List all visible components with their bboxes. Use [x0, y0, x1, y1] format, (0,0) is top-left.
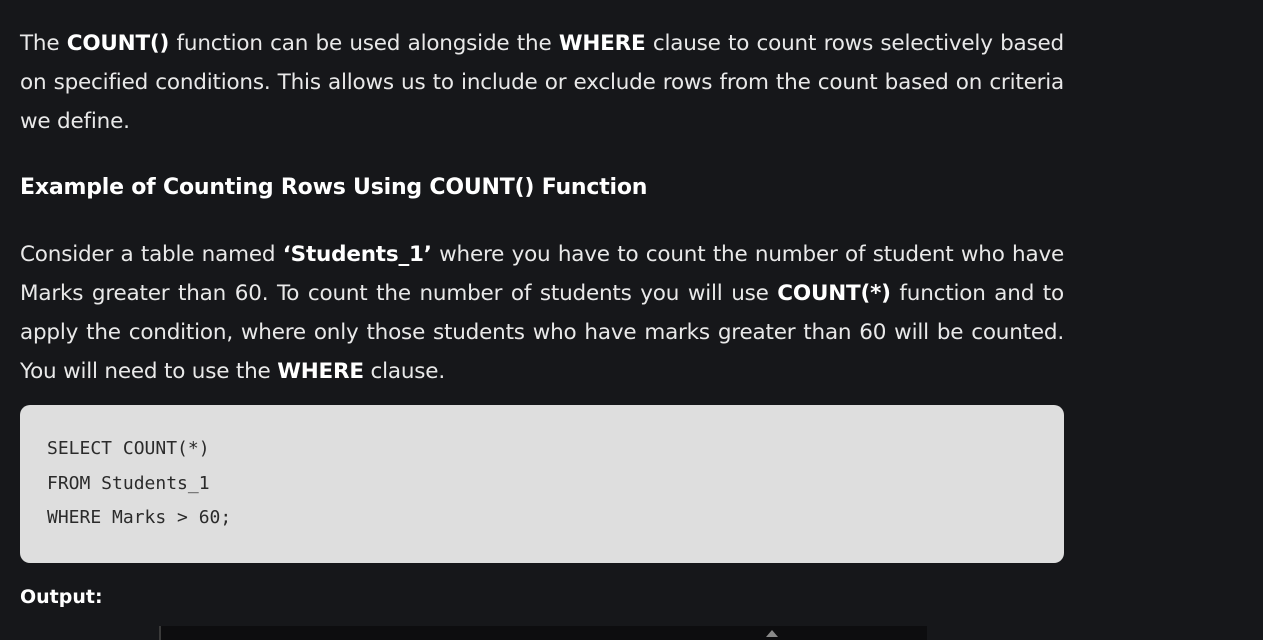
intro-text-1: The	[20, 31, 67, 56]
intro-count-keyword: COUNT()	[66, 31, 170, 56]
intro-text-2: function can be used alongside the	[169, 31, 559, 56]
example-text-4: clause.	[363, 359, 446, 384]
code-line: SELECT COUNT(*)	[47, 438, 210, 459]
example-count-star: COUNT(*)	[777, 281, 891, 306]
output-image-frame	[159, 626, 927, 640]
intro-where-keyword: WHERE	[558, 31, 646, 56]
section-heading: Example of Counting Rows Using COUNT() F…	[20, 175, 648, 200]
code-line: WHERE Marks > 60;	[47, 507, 232, 528]
intro-paragraph: The COUNT() function can be used alongsi…	[20, 24, 1064, 141]
caret-up-icon	[766, 630, 778, 637]
article-content: The COUNT() function can be used alongsi…	[20, 24, 1064, 608]
example-paragraph: Consider a table named ‘Students_1’ wher…	[20, 235, 1064, 391]
output-label: Output:	[20, 586, 103, 608]
example-text-1: Consider a table named	[20, 242, 283, 267]
code-line: FROM Students_1	[47, 472, 210, 494]
code-block[interactable]: SELECT COUNT(*) FROM Students_1 WHERE Ma…	[20, 405, 1064, 563]
example-where-keyword: WHERE	[277, 359, 364, 384]
example-table-name: ‘Students_1’	[282, 242, 432, 267]
